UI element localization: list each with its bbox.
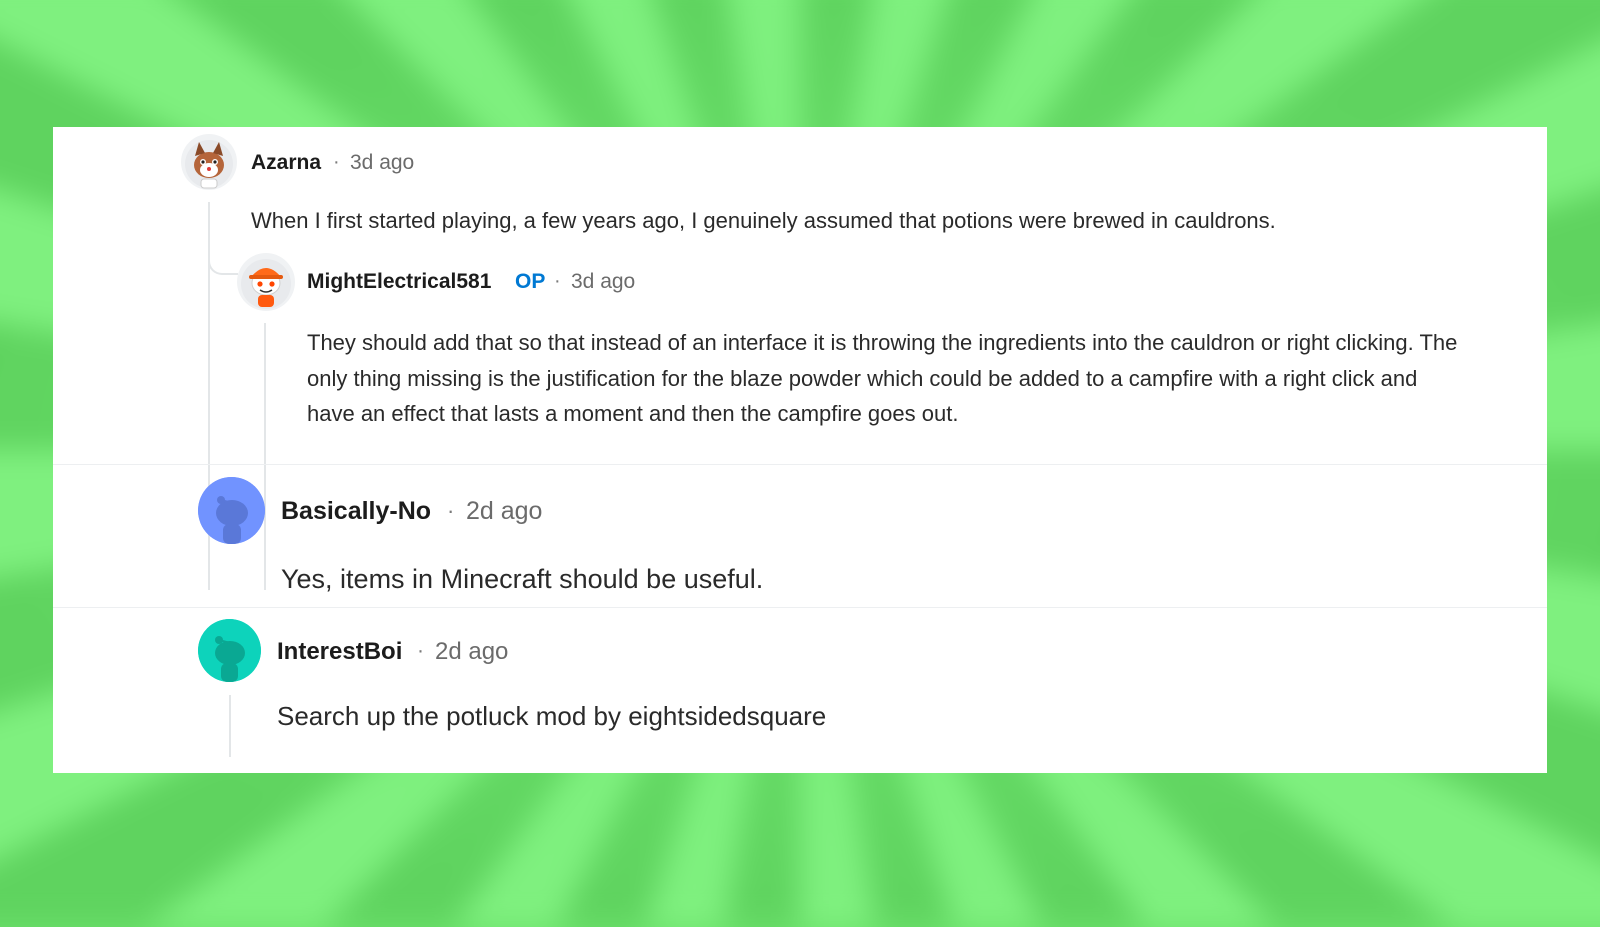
meta-separator: · bbox=[447, 498, 455, 523]
comment-thread-card: Azarna · 3d ago When I first started pla… bbox=[53, 127, 1547, 773]
comment-username[interactable]: Basically-No bbox=[281, 497, 431, 526]
comment-divider bbox=[53, 464, 1547, 465]
comment-body: They should add that so that instead of … bbox=[307, 330, 1458, 426]
comment-body: Search up the potluck mod by eightsideds… bbox=[277, 701, 827, 731]
comment-body: When I first started playing, a few year… bbox=[251, 208, 1276, 233]
default-snoo-avatar-icon bbox=[198, 477, 265, 544]
comment-timestamp[interactable]: 3d ago bbox=[350, 151, 414, 175]
meta-separator: · bbox=[417, 639, 424, 662]
avatar[interactable] bbox=[198, 619, 261, 682]
thread-line-interestboi[interactable] bbox=[229, 695, 231, 757]
thread-line-mightelectrical581[interactable] bbox=[264, 323, 266, 590]
comment-timestamp[interactable]: 3d ago bbox=[571, 270, 635, 294]
avatar[interactable] bbox=[181, 134, 237, 190]
meta-separator: · bbox=[554, 270, 561, 292]
avatar[interactable] bbox=[198, 477, 265, 544]
default-snoo-avatar-icon bbox=[198, 619, 261, 682]
comment-body: Yes, items in Minecraft should be useful… bbox=[281, 564, 764, 594]
comment-timestamp[interactable]: 2d ago bbox=[466, 497, 542, 526]
comment-timestamp[interactable]: 2d ago bbox=[435, 638, 508, 666]
snoo-cat-avatar-icon bbox=[185, 140, 233, 189]
reply-connector bbox=[208, 257, 238, 275]
avatar[interactable] bbox=[237, 253, 295, 311]
comment-divider bbox=[53, 607, 1547, 608]
comment-username[interactable]: InterestBoi bbox=[277, 638, 402, 666]
meta-separator: · bbox=[333, 151, 340, 173]
comment-username[interactable]: MightElectrical581 bbox=[307, 270, 491, 294]
op-badge: OP bbox=[515, 270, 546, 293]
comment-username[interactable]: Azarna bbox=[251, 151, 321, 175]
snoo-cap-avatar-icon bbox=[241, 259, 291, 309]
